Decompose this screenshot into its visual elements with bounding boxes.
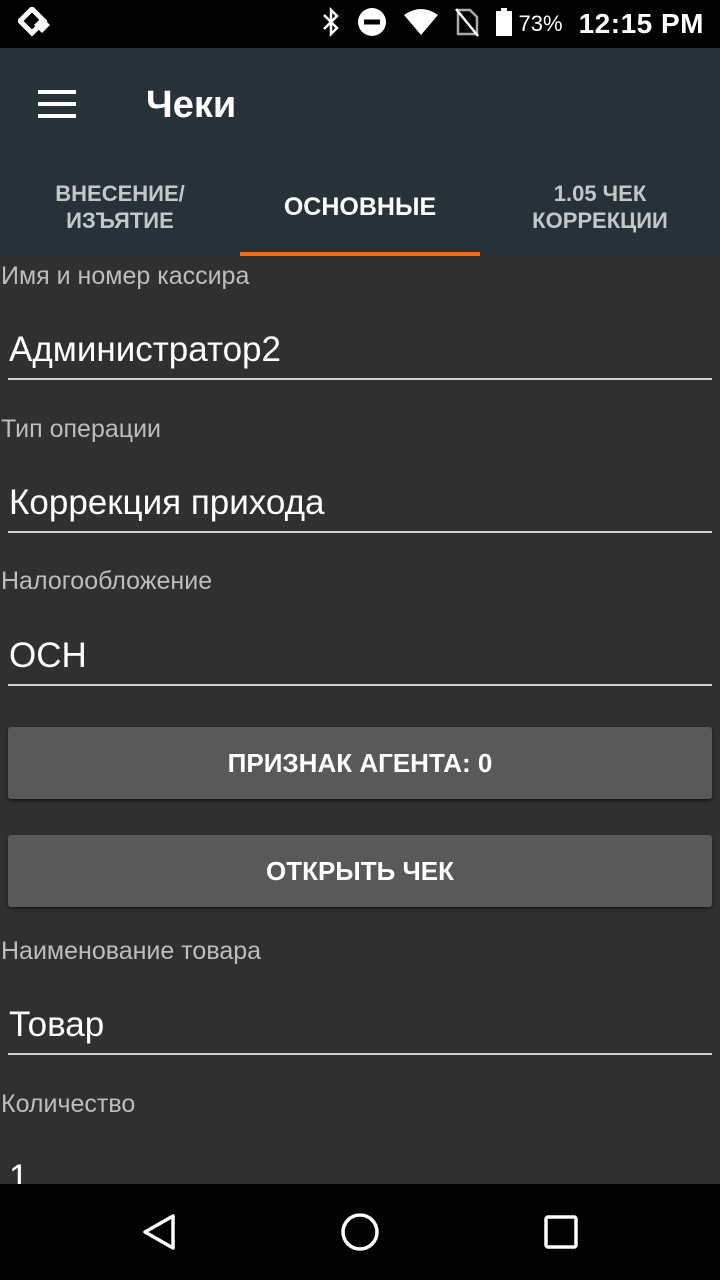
recents-icon[interactable] xyxy=(541,1212,581,1252)
status-bar: 73% 12:15 PM xyxy=(0,0,720,48)
no-sim-icon xyxy=(454,7,479,42)
operation-type-label: Тип операции xyxy=(1,415,162,443)
home-icon[interactable] xyxy=(340,1212,380,1252)
tab-deposit-withdrawal[interactable]: ВНЕСЕНИЕ/ ИЗЪЯТИЕ xyxy=(0,158,240,256)
app-bar: Чеки ВНЕСЕНИЕ/ ИЗЪЯТИЕ ОСНОВНЫЕ 1.05 ЧЕК… xyxy=(0,48,720,256)
tab-main[interactable]: ОСНОВНЫЕ xyxy=(240,158,480,256)
do-not-disturb-icon xyxy=(357,7,387,42)
cashier-value: Администратор2 xyxy=(9,330,281,369)
cashier-label: Имя и номер кассира xyxy=(1,262,250,290)
hamburger-menu-icon[interactable] xyxy=(38,90,76,120)
operation-type-field[interactable]: Коррекция прихода xyxy=(8,473,712,533)
open-check-button[interactable]: ОТКРЫТЬ ЧЕК xyxy=(8,835,712,907)
operation-type-value: Коррекция прихода xyxy=(9,483,325,522)
product-name-field[interactable]: Товар xyxy=(8,995,712,1055)
app-notification-icon xyxy=(16,4,54,42)
tab-bar: ВНЕСЕНИЕ/ ИЗЪЯТИЕ ОСНОВНЫЕ 1.05 ЧЕК КОРР… xyxy=(0,158,720,256)
form-content: Имя и номер кассира Администратор2 Тип о… xyxy=(0,256,720,1184)
quantity-field[interactable]: 1 xyxy=(8,1148,712,1184)
agent-attribute-button[interactable]: ПРИЗНАК АГЕНТА: 0 xyxy=(8,727,712,799)
taxation-label: Налогообложение xyxy=(1,567,213,595)
battery-percent: 73% xyxy=(518,11,563,36)
tab-correction-check[interactable]: 1.05 ЧЕК КОРРЕКЦИИ xyxy=(480,158,720,256)
quantity-label: Количество xyxy=(1,1090,136,1118)
cashier-field[interactable]: Администратор2 xyxy=(8,320,712,380)
back-icon[interactable] xyxy=(140,1212,180,1252)
navigation-bar xyxy=(0,1184,720,1280)
taxation-value: ОСН xyxy=(9,636,87,675)
quantity-value: 1 xyxy=(9,1158,29,1184)
battery-icon xyxy=(495,7,513,42)
clock: 12:15 PM xyxy=(578,8,704,39)
bluetooth-icon xyxy=(321,6,341,42)
product-name-value: Товар xyxy=(9,1005,105,1044)
product-name-label: Наименование товара xyxy=(1,937,262,965)
taxation-field[interactable]: ОСН xyxy=(8,626,712,686)
wifi-icon xyxy=(403,8,439,41)
page-title: Чеки xyxy=(146,84,237,126)
